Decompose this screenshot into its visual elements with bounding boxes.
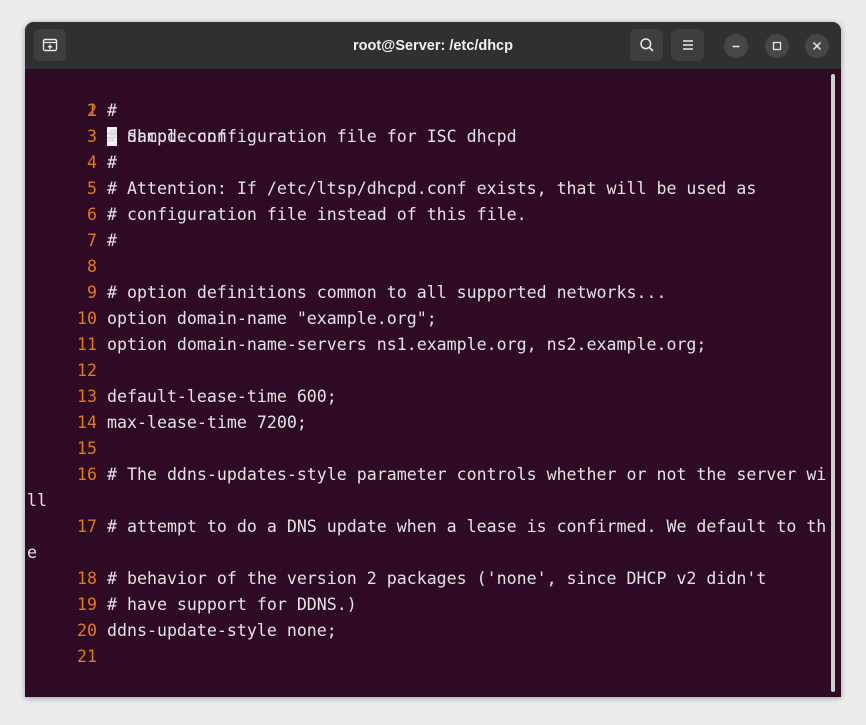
minimize-button[interactable]	[724, 34, 748, 58]
line-text: ddns-update-style none;	[107, 621, 337, 640]
line-number: 14	[77, 413, 97, 432]
line-number: 6	[87, 205, 97, 224]
line-number: 3	[87, 127, 97, 146]
line-text: #	[107, 231, 117, 250]
line-number: 2	[87, 101, 97, 120]
editor-line: 1 # dhcpd.conf	[25, 72, 227, 146]
search-button[interactable]	[630, 29, 663, 61]
line-number: 17	[77, 517, 97, 536]
line-number: 11	[77, 335, 97, 354]
line-number: 15	[77, 439, 97, 458]
terminal-editor[interactable]: 1 # dhcpd.conf 2 #3 # Sample configuration…	[25, 70, 830, 697]
line-number: 4	[87, 153, 97, 172]
minimize-icon	[732, 45, 740, 48]
maximize-button[interactable]	[765, 34, 789, 58]
line-text: option domain-name "example.org";	[107, 309, 437, 328]
close-button[interactable]	[805, 34, 829, 58]
line-number: 21	[77, 647, 97, 666]
title-bar: root@Server: /etc/dhcp	[25, 22, 841, 69]
line-text: # option definitions common to all suppo…	[107, 283, 667, 302]
line-text: max-lease-time 7200;	[107, 413, 307, 432]
line-text: # Attention: If /etc/ltsp/dhcpd.conf exi…	[107, 179, 757, 198]
line-number: 8	[87, 257, 97, 276]
hamburger-menu-icon	[682, 40, 693, 50]
line-text: # behavior of the version 2 packages ('n…	[107, 569, 767, 588]
line-text: #	[107, 153, 117, 172]
line-number: 9	[87, 283, 97, 302]
line-text: ll	[27, 491, 47, 510]
line-text: e	[27, 543, 37, 562]
line-number: 16	[77, 465, 97, 484]
line-number: 20	[77, 621, 97, 640]
new-tab-icon	[42, 38, 58, 52]
maximize-icon	[772, 41, 782, 51]
line-number: 19	[77, 595, 97, 614]
window-title: root@Server: /etc/dhcp	[353, 37, 513, 54]
close-icon	[812, 41, 822, 51]
line-text: # configuration file instead of this fil…	[107, 205, 527, 224]
search-icon	[639, 38, 654, 52]
terminal-window: root@Server: /etc/dhcp 1 # dhcpd.conf 2 …	[25, 22, 841, 697]
line-number: 18	[77, 569, 97, 588]
line-text: # have support for DDNS.)	[107, 595, 357, 614]
scrollbar[interactable]	[831, 74, 835, 692]
new-tab-button[interactable]	[34, 29, 66, 61]
line-number: 12	[77, 361, 97, 380]
line-text: default-lease-time 600;	[107, 387, 337, 406]
line-number: 10	[77, 309, 97, 328]
line-number: 5	[87, 179, 97, 198]
menu-button[interactable]	[671, 29, 704, 61]
line-number: 13	[77, 387, 97, 406]
line-text: # The ddns-updates-style parameter contr…	[107, 465, 827, 484]
line-text: #	[107, 101, 117, 120]
line-number: 7	[87, 231, 97, 250]
line-text: option domain-name-servers ns1.example.o…	[107, 335, 707, 354]
line-text: # Sample configuration file for ISC dhcp…	[107, 127, 517, 146]
line-text: # attempt to do a DNS update when a leas…	[107, 517, 827, 536]
